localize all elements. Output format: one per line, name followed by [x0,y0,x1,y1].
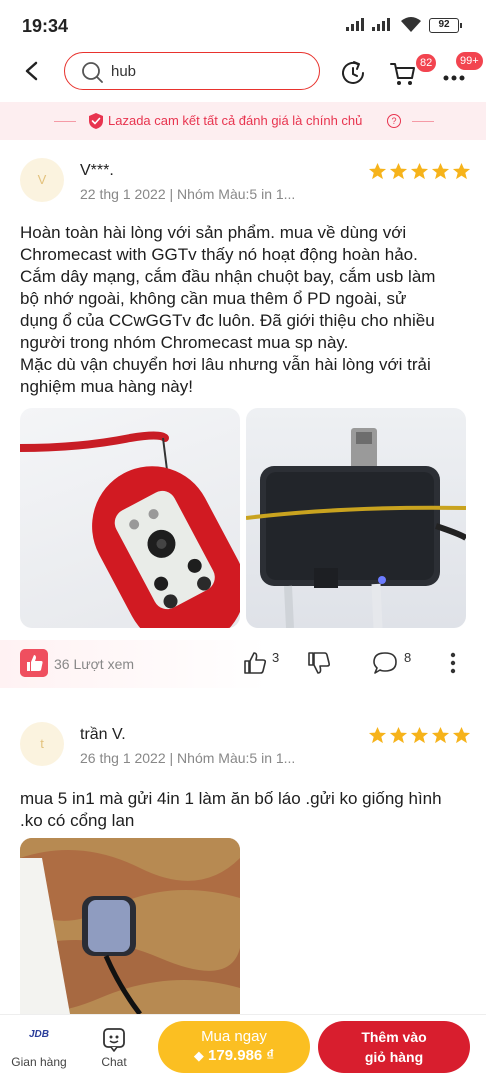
shop-logo: JDB [28,1029,49,1040]
add-to-cart-label: Thêm vào [361,1029,427,1045]
more-options-icon[interactable] [440,650,466,676]
review-photo[interactable] [246,408,466,628]
review-text-line: dụng ổ của CCwGGTv đc luôn. Đã giới thiệ… [20,311,435,330]
star-icon [368,726,387,744]
buy-now-price-row: ◆ 179.986 ₫ [158,1047,310,1064]
chat-label: Chat [101,1055,127,1069]
comment-icon[interactable] [372,650,398,676]
reviewer-name: V***. [80,162,114,179]
thumbs-up-icon[interactable] [242,650,268,676]
review-text-line: bộ nhớ ngoài, không cần mua thêm ổ PD ng… [20,289,407,308]
shield-check-icon [89,113,103,129]
chat-icon [103,1028,125,1052]
trust-banner: Lazada cam kết tất cả đánh giá là chính … [0,102,486,140]
star-icon [431,162,450,180]
hub-photo-image [246,428,466,628]
review-text-line: Cắm dây mạng, cắm đầu nhận chuột bay, cắ… [20,267,436,286]
review-text-line: .ko có cổng lan [20,811,135,830]
divider [412,121,434,122]
rating-stars [368,726,471,745]
history-icon[interactable] [338,58,368,88]
star-icon [389,162,408,180]
buy-now-price: 179.986 ₫ [208,1047,275,1064]
rating-stars [368,162,471,181]
thumbs-down-icon[interactable] [306,650,332,676]
review-footer: 36 Lượt xem 3 8 [0,640,486,688]
add-to-cart-button[interactable]: Thêm vào giỏ hàng [318,1021,470,1073]
add-to-cart-label: giỏ hàng [364,1049,424,1065]
search-input[interactable]: hub [64,52,320,90]
reviewer-name: trần V. [80,726,126,743]
star-icon [410,726,429,744]
like-count: 3 [272,650,280,665]
status-time: 19:34 [22,16,69,36]
review-text: mua 5 in1 mà gửi 4in 1 làm ăn bố láo .gử… [20,788,472,832]
search-icon [82,62,103,83]
review-page: 19:34 92 hub 82 99+ Lazada cam kết tất c… [0,0,486,1080]
like-badge-icon [20,649,48,677]
review-text-line: mua 5 in1 mà gửi 4in 1 làm ăn bố láo .gử… [20,789,442,808]
review-text-line: nghiệm mua hàng này! [20,377,193,396]
review-text-line: người trong nhóm Chromecast mua sp này. [20,333,349,352]
review-meta: 26 thg 1 2022 | Nhóm Màu:5 in 1... [80,750,296,766]
star-icon [452,726,471,744]
avatar: t [20,722,64,766]
buy-now-label: Mua ngay [201,1028,267,1045]
remote-photo-image [20,431,240,628]
comment-count: 8 [404,650,412,665]
star-icon [431,726,450,744]
hub-on-mat-photo-image [20,838,240,1014]
status-bar: 19:34 92 [0,0,486,44]
wifi-icon [401,17,421,32]
search-text: hub [111,63,137,80]
review-photo[interactable] [20,408,240,628]
review-photo[interactable] [20,838,240,1014]
view-count: 36 Lượt xem [54,656,135,672]
buy-now-button[interactable]: Mua ngay ◆ 179.986 ₫ [158,1021,310,1073]
chat-button[interactable]: Chat [86,1023,142,1079]
diamond-icon: ◆ [193,1048,204,1063]
shop-button[interactable]: JDB Gian hàng [8,1025,70,1077]
shop-label: Gian hàng [11,1055,67,1069]
star-icon [368,162,387,180]
avatar: V [20,158,64,202]
cart-badge: 82 [416,54,437,72]
back-arrow-icon[interactable] [18,56,46,86]
review-text-line: Hoàn toàn hài lòng với sản phẩm. mua về … [20,223,407,242]
review-text: Hoàn toàn hài lòng với sản phẩm. mua về … [20,222,472,398]
battery-icon: 92 [429,18,462,33]
cart-icon[interactable] [388,58,418,88]
signal-icon [372,18,390,31]
divider [54,121,76,122]
trust-text: Lazada cam kết tất cả đánh giá là chính … [108,113,363,128]
star-icon [410,162,429,180]
help-icon[interactable]: ? [387,114,401,128]
review-meta: 22 thg 1 2022 | Nhóm Màu:5 in 1... [80,186,296,202]
search-header: hub 82 99+ [0,44,486,100]
more-badge: 99+ [456,52,483,70]
review-text-line: Mặc dù vận chuyển hơi lâu nhưng vẫn hài … [20,355,431,374]
star-icon [452,162,471,180]
bottom-action-bar: JDB Gian hàng Chat Mua ngay ◆ 179.986 ₫ … [0,1014,486,1080]
signal-icon [346,18,364,31]
star-icon [389,726,408,744]
review-text-line: Chromecast with GGTv thấy nó hoạt động h… [20,245,418,264]
